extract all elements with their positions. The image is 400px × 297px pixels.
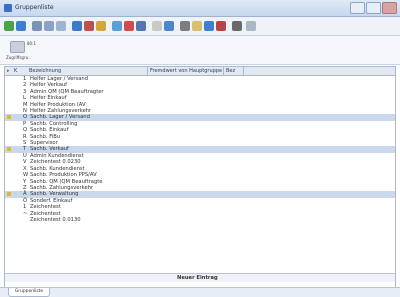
maximize-button[interactable] bbox=[366, 2, 381, 14]
app-icon bbox=[4, 4, 12, 12]
table-header: ▸ K Bezeichnung Fremdwert von Hauptgrupp… bbox=[5, 67, 395, 76]
table-row[interactable]: Zeichentest 0.0130 bbox=[5, 217, 395, 223]
column-header-description[interactable]: Bezeichnung bbox=[29, 68, 61, 74]
column-header-foreign-value[interactable]: Fremdwert von Hauptgruppe bbox=[150, 68, 222, 74]
new-record-icon[interactable] bbox=[112, 21, 122, 31]
minimize-button[interactable] bbox=[350, 2, 365, 14]
row-marker-icon bbox=[7, 147, 11, 152]
access-group-icon[interactable] bbox=[10, 41, 25, 53]
pencil-icon[interactable] bbox=[96, 21, 106, 31]
column-key-header[interactable]: K bbox=[14, 68, 17, 74]
copy-icon[interactable] bbox=[136, 21, 146, 31]
settings-icon[interactable] bbox=[232, 21, 242, 31]
close-view-icon[interactable] bbox=[216, 21, 226, 31]
chart-icon[interactable] bbox=[84, 21, 94, 31]
access-group-label: Zugriffsgru.. bbox=[6, 55, 31, 60]
record-count: 80:1 bbox=[27, 41, 36, 46]
row-marker-icon bbox=[7, 115, 11, 120]
title-bar: Gruppenliste bbox=[0, 0, 400, 17]
window-title: Gruppenliste bbox=[15, 4, 54, 11]
sort-indicator[interactable]: ▸ bbox=[7, 68, 10, 74]
back-icon[interactable] bbox=[4, 21, 14, 31]
print-icon[interactable] bbox=[180, 21, 190, 31]
filter-icon[interactable] bbox=[204, 21, 214, 31]
column-header-bez[interactable]: Bez bbox=[226, 68, 235, 74]
help-icon[interactable] bbox=[246, 21, 256, 31]
grid-icon[interactable] bbox=[32, 21, 42, 31]
row-description: Zeichentest 0.0130 bbox=[30, 216, 81, 223]
folder-icon[interactable] bbox=[192, 21, 202, 31]
window-controls bbox=[350, 2, 397, 14]
ribbon-panel: 80:1 Zugriffsgru.. bbox=[0, 36, 400, 65]
new-entry-label: Neuer Eintrag bbox=[177, 275, 218, 281]
delete-icon[interactable] bbox=[124, 21, 134, 31]
cut-icon[interactable] bbox=[152, 21, 162, 31]
detail-icon[interactable] bbox=[56, 21, 66, 31]
list-icon[interactable] bbox=[44, 21, 54, 31]
toolbar bbox=[0, 17, 400, 36]
close-button[interactable] bbox=[382, 2, 397, 14]
table-body: 1 Helfer Lager / Versand 2 Helfer Verkauf 3 A… bbox=[5, 76, 395, 223]
group-table: ▸ K Bezeichnung Fremdwert von Hauptgrupp… bbox=[4, 66, 396, 288]
save-icon[interactable] bbox=[72, 21, 82, 31]
forward-icon[interactable] bbox=[16, 21, 26, 31]
new-entry-row[interactable]: Neuer Eintrag bbox=[5, 273, 395, 282]
row-marker-icon bbox=[7, 192, 11, 197]
paste-icon[interactable] bbox=[164, 21, 174, 31]
